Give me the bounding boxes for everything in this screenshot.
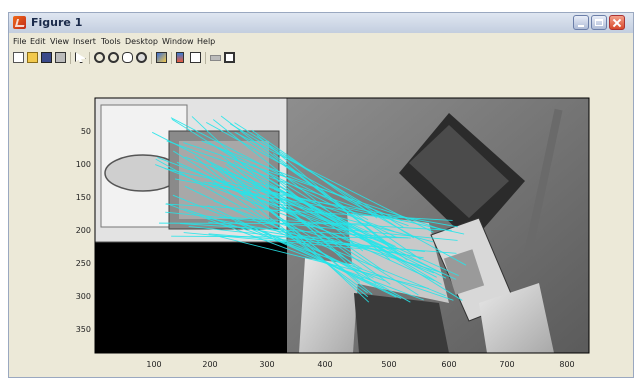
x-tick-label: 400	[317, 360, 332, 369]
y-tick-label: 200	[76, 226, 91, 235]
y-tick-label: 350	[76, 325, 91, 334]
figure-window: Figure 1 File Edit View Insert Tools Des…	[8, 12, 634, 378]
x-tick-label: 700	[499, 360, 514, 369]
x-tick-label: 100	[146, 360, 161, 369]
x-axis-ticks: 100 200 300 400 500 600 700 800	[146, 360, 574, 369]
x-tick-label: 600	[441, 360, 456, 369]
y-tick-label: 100	[76, 160, 91, 169]
y-tick-label: 150	[76, 193, 91, 202]
y-tick-label: 250	[76, 259, 91, 268]
y-tick-label: 50	[81, 127, 91, 136]
x-tick-label: 800	[559, 360, 574, 369]
x-tick-label: 300	[259, 360, 274, 369]
x-tick-label: 200	[202, 360, 217, 369]
y-axis-ticks: 50 100 150 200 250 300 350	[76, 127, 91, 334]
x-tick-label: 500	[381, 360, 396, 369]
y-tick-label: 300	[76, 292, 91, 301]
plot-area: 100 200 300 400 500 600 700 800 50 100 1…	[76, 97, 590, 369]
